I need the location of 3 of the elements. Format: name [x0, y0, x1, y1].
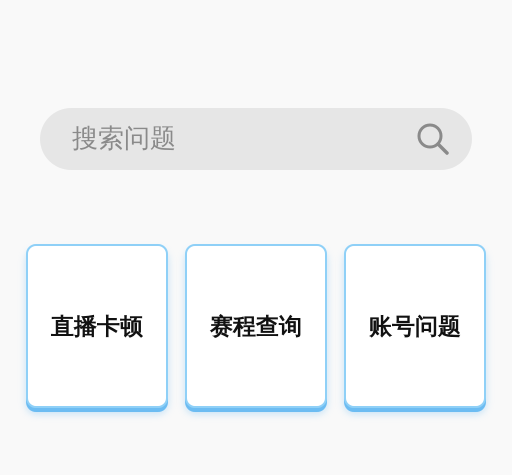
search-bar[interactable]: 搜索问题: [40, 108, 472, 170]
search-field[interactable]: 搜索问题: [70, 123, 416, 155]
search-icon[interactable]: [416, 122, 450, 156]
